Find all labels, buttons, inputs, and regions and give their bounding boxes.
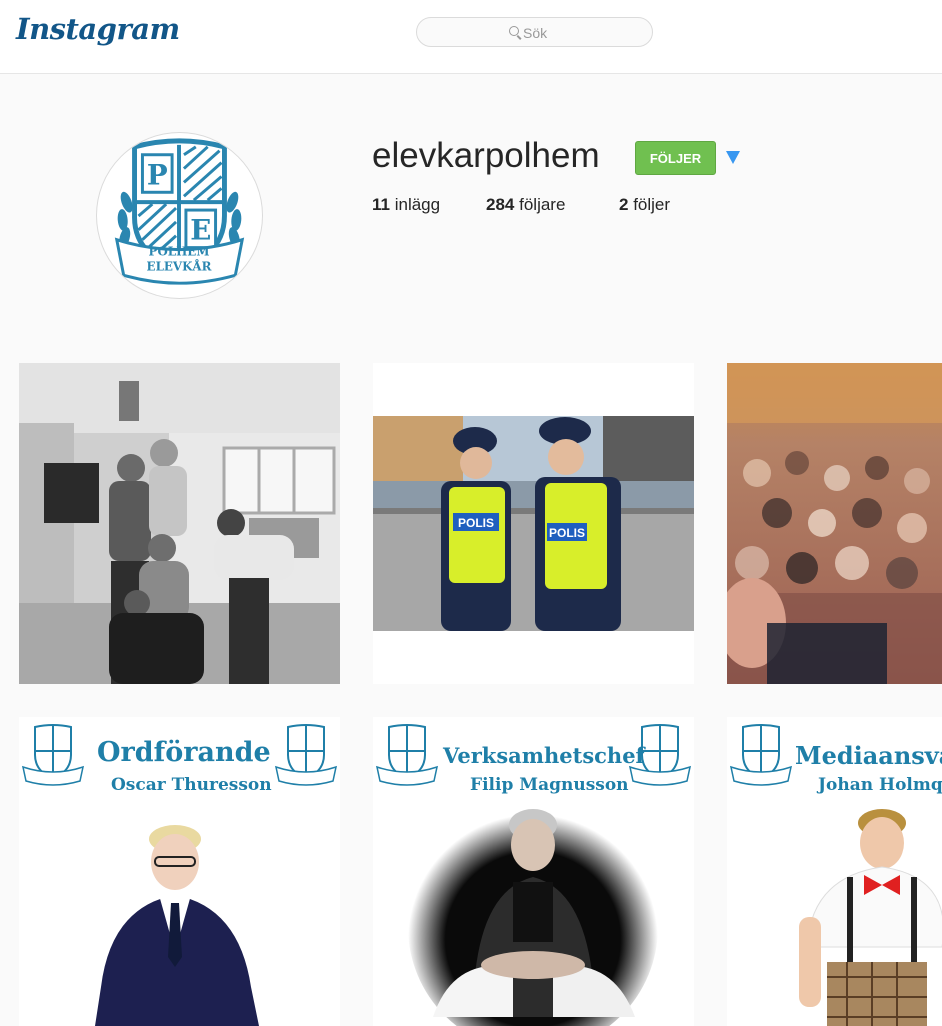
post-thumbnail-poster-ordforande[interactable]: Ordförande Oscar Thuresson bbox=[19, 717, 340, 1026]
svg-text:P: P bbox=[147, 158, 168, 191]
poster-person-name: Filip Magnusson bbox=[470, 775, 629, 795]
post-thumbnail-group-photo[interactable] bbox=[19, 363, 340, 684]
group-photo-image bbox=[19, 363, 340, 684]
polhem-elevkar-logo: P E POLHEM ELEVKÅR bbox=[114, 138, 245, 285]
poster-person-name: Oscar Thuresson bbox=[111, 775, 272, 795]
following-button[interactable]: FÖLJER bbox=[635, 141, 716, 175]
posts-count-stat: 11 inlägg bbox=[372, 195, 441, 214]
polis-badge-right: POLIS bbox=[549, 526, 585, 540]
poster-role-title: Mediaansva bbox=[795, 741, 942, 770]
instagram-logo[interactable]: Instagram bbox=[16, 12, 180, 46]
post-thumbnail-crowd-photo[interactable] bbox=[727, 363, 942, 684]
post-thumbnail-poster-verksamhetschef[interactable]: Verksamhetschef Filip Magnusson bbox=[373, 717, 694, 1026]
following-count-link[interactable]: 2 följer bbox=[619, 195, 670, 215]
profile-username: elevkarpolhem bbox=[372, 136, 600, 175]
svg-text:POLHEM: POLHEM bbox=[149, 245, 210, 259]
svg-text:E: E bbox=[190, 214, 211, 247]
poster-role-title: Ordförande bbox=[97, 737, 271, 768]
post-thumbnail-police-photo[interactable]: POLIS POLIS bbox=[373, 363, 694, 684]
svg-text:ELEVKÅR: ELEVKÅR bbox=[147, 259, 212, 273]
polis-badge-left: POLIS bbox=[458, 516, 494, 530]
search-icon bbox=[509, 26, 519, 36]
crowd-photo-image bbox=[727, 363, 942, 684]
chevron-down-icon[interactable] bbox=[726, 151, 740, 164]
post-thumbnail-poster-mediaansvarig[interactable]: Mediaansva Johan Holmqvis bbox=[727, 717, 942, 1026]
followers-count-link[interactable]: 284 följare bbox=[486, 195, 565, 215]
police-photo-image: POLIS POLIS bbox=[373, 363, 694, 684]
search-box[interactable] bbox=[416, 17, 653, 47]
profile-avatar: P E POLHEM ELEVKÅR bbox=[96, 132, 263, 299]
poster-role-title: Verksamhetschef bbox=[443, 743, 645, 768]
search-input[interactable] bbox=[523, 22, 643, 44]
poster-person-name: Johan Holmqvis bbox=[818, 775, 942, 795]
top-navigation-bar: Instagram bbox=[0, 0, 942, 74]
